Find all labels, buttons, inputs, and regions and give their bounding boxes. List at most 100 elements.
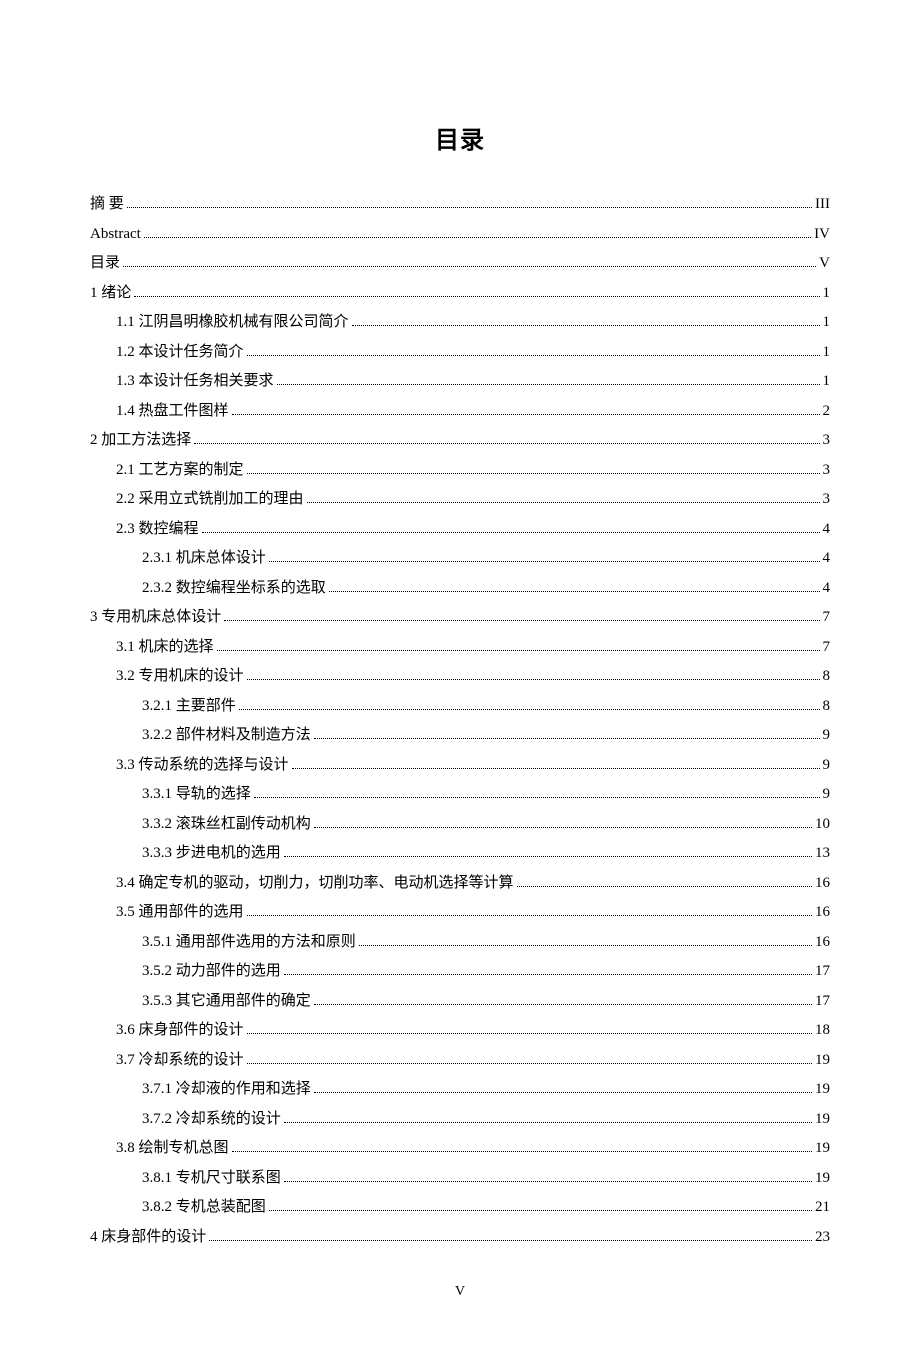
toc-leader — [352, 325, 820, 326]
toc-entry: 2.2 采用立式铣削加工的理由 3 — [90, 486, 830, 513]
toc-entry: 3.8.2 专机总装配图21 — [90, 1194, 830, 1221]
toc-page: 7 — [823, 604, 831, 631]
toc-page: 4 — [823, 575, 831, 602]
toc-label: 3.2.1 主要部件 — [142, 693, 236, 720]
toc-leader — [232, 1151, 812, 1152]
toc-entry: 3.4 确定专机的驱动，切削力，切削功率、电动机选择等计算16 — [90, 870, 830, 897]
toc-page: 17 — [815, 958, 830, 985]
toc-leader — [247, 355, 820, 356]
toc-entry: 3.5 通用部件的选用 16 — [90, 899, 830, 926]
toc-page: 18 — [815, 1017, 830, 1044]
toc-leader — [247, 915, 812, 916]
toc-entry: 3.5.1 通用部件选用的方法和原则16 — [90, 929, 830, 956]
toc-label: 3.3.3 步进电机的选用 — [142, 840, 281, 867]
toc-leader — [269, 1210, 812, 1211]
toc-page: 9 — [823, 752, 831, 779]
toc-label: 3.8.2 专机总装配图 — [142, 1194, 266, 1221]
toc-page: 1 — [823, 309, 831, 336]
toc-entry: 3.2 专用机床的设计8 — [90, 663, 830, 690]
toc-page: 8 — [823, 693, 831, 720]
toc-entry: 目录V — [90, 250, 830, 277]
toc-label: 3.5 通用部件的选用 — [116, 899, 244, 926]
toc-entry: 3.2.1 主要部件 8 — [90, 693, 830, 720]
toc-page: 4 — [823, 545, 831, 572]
toc-label: 3.1 机床的选择 — [116, 634, 214, 661]
toc-leader — [209, 1240, 812, 1241]
toc-page: 1 — [823, 280, 831, 307]
toc-leader — [314, 1004, 812, 1005]
toc-leader — [307, 502, 820, 503]
toc-leader — [269, 561, 820, 562]
toc-label: 4 床身部件的设计 — [90, 1224, 206, 1251]
toc-page: 9 — [823, 781, 831, 808]
toc-label: 2.2 采用立式铣削加工的理由 — [116, 486, 304, 513]
toc-leader — [202, 532, 820, 533]
toc-leader — [247, 1033, 812, 1034]
toc-page: 19 — [815, 1076, 830, 1103]
toc-label: 3 专用机床总体设计 — [90, 604, 221, 631]
toc-label: 1.2 本设计任务简介 — [116, 339, 244, 366]
toc-entry: 2.1 工艺方案的制定 3 — [90, 457, 830, 484]
toc-entry: 3.7.2 冷却系统的设计19 — [90, 1106, 830, 1133]
toc-leader — [224, 620, 819, 621]
toc-entry: 1.3 本设计任务相关要求 1 — [90, 368, 830, 395]
toc-leader — [127, 207, 812, 208]
toc-label: 1.4 热盘工件图样 — [116, 398, 229, 425]
toc-label: Abstract — [90, 221, 141, 248]
page-number: V — [90, 1279, 830, 1304]
toc-leader — [517, 886, 812, 887]
toc-page: 1 — [823, 339, 831, 366]
toc-label: 3.7.1 冷却液的作用和选择 — [142, 1076, 311, 1103]
toc-leader — [284, 1122, 812, 1123]
table-of-contents: 摘 要IIIAbstractIV目录V1 绪论11.1 江阴昌明橡胶机械有限公司… — [90, 191, 830, 1251]
toc-page: 3 — [823, 457, 831, 484]
toc-label: 3.5.2 动力部件的选用 — [142, 958, 281, 985]
toc-leader — [144, 237, 811, 238]
toc-label: 1 绪论 — [90, 280, 131, 307]
toc-entry: 1.1 江阴昌明橡胶机械有限公司简介1 — [90, 309, 830, 336]
toc-label: 2.1 工艺方案的制定 — [116, 457, 244, 484]
toc-entry: 3.2.2 部件材料及制造方法9 — [90, 722, 830, 749]
toc-leader — [329, 591, 820, 592]
toc-entry: 2.3 数控编程 4 — [90, 516, 830, 543]
toc-entry: 1.4 热盘工件图样 2 — [90, 398, 830, 425]
toc-entry: 3.5.3 其它通用部件的确定17 — [90, 988, 830, 1015]
toc-label: 3.7 冷却系统的设计 — [116, 1047, 244, 1074]
toc-entry: 3.3.1 导轨的选择 9 — [90, 781, 830, 808]
toc-label: 3.3.1 导轨的选择 — [142, 781, 251, 808]
toc-page: 3 — [823, 427, 831, 454]
toc-entry: 3.3.3 步进电机的选用13 — [90, 840, 830, 867]
toc-entry: 2 加工方法选择3 — [90, 427, 830, 454]
toc-label: 3.8 绘制专机总图 — [116, 1135, 229, 1162]
toc-label: 1.3 本设计任务相关要求 — [116, 368, 274, 395]
toc-page: 3 — [823, 486, 831, 513]
toc-page: 2 — [823, 398, 831, 425]
toc-label: 3.2.2 部件材料及制造方法 — [142, 722, 311, 749]
toc-leader — [359, 945, 812, 946]
toc-entry: 2.3.2 数控编程坐标系的选取4 — [90, 575, 830, 602]
toc-entry: 3.1 机床的选择7 — [90, 634, 830, 661]
toc-page: III — [815, 191, 830, 218]
toc-label: 摘 要 — [90, 191, 124, 218]
toc-page: 23 — [815, 1224, 830, 1251]
toc-page: 4 — [823, 516, 831, 543]
toc-page: 19 — [815, 1135, 830, 1162]
toc-leader — [247, 1063, 812, 1064]
toc-entry: 3.8.1 专机尺寸联系图19 — [90, 1165, 830, 1192]
toc-label: 2.3 数控编程 — [116, 516, 199, 543]
toc-leader — [194, 443, 819, 444]
toc-entry: 3.8 绘制专机总图 19 — [90, 1135, 830, 1162]
toc-label: 3.7.2 冷却系统的设计 — [142, 1106, 281, 1133]
toc-label: 2.3.1 机床总体设计 — [142, 545, 266, 572]
toc-entry: 1.2 本设计任务简介 1 — [90, 339, 830, 366]
toc-page: 1 — [823, 368, 831, 395]
toc-leader — [292, 768, 820, 769]
toc-label: 3.3 传动系统的选择与设计 — [116, 752, 289, 779]
toc-page: 16 — [815, 899, 830, 926]
toc-label: 3.4 确定专机的驱动，切削力，切削功率、电动机选择等计算 — [116, 870, 514, 897]
toc-label: 3.5.1 通用部件选用的方法和原则 — [142, 929, 356, 956]
toc-entry: AbstractIV — [90, 221, 830, 248]
toc-entry: 4 床身部件的设计 23 — [90, 1224, 830, 1251]
toc-entry: 3.6 床身部件的设计18 — [90, 1017, 830, 1044]
toc-entry: 3.7 冷却系统的设计19 — [90, 1047, 830, 1074]
